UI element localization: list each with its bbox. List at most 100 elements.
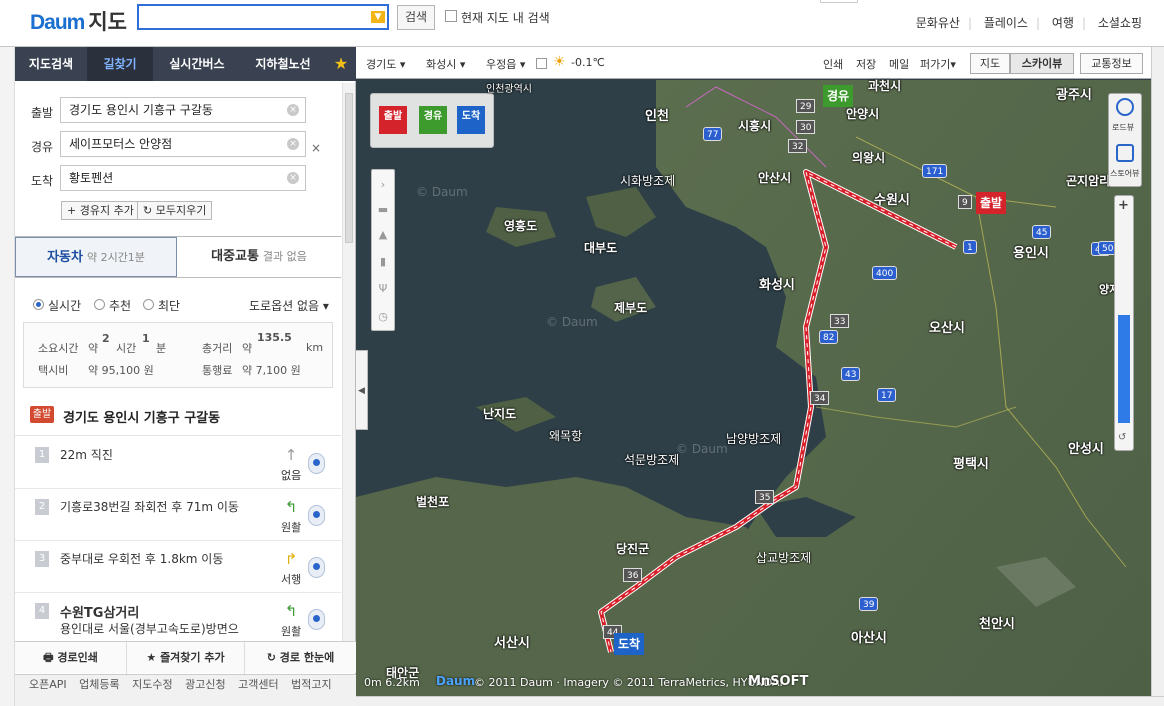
end-flag-icon[interactable]: 도착 (457, 106, 485, 134)
tab-realtime-bus[interactable]: 실시간버스 (153, 47, 241, 81)
add-favorite-button[interactable]: ★ 즐겨찾기 추가 (127, 642, 245, 674)
road-number: 29 (796, 99, 816, 113)
minutes-unit: 분 (156, 342, 167, 355)
map-area[interactable]: 경기도 ▾ 화성시 ▾ 우정읍 ▾ ☀ -0.1℃ 인쇄 저장 메일 퍼가기▾ … (356, 47, 1151, 696)
roadview-bubble-icon[interactable] (308, 609, 325, 630)
left-tabs: 지도검색 길찾기 실시간버스 지하철노선 ★ (15, 47, 356, 81)
route-step[interactable]: 1 22m 직진 ↑ 없음 (15, 437, 341, 489)
via-field[interactable]: 세이프모터스 안양점 × (60, 131, 306, 157)
via-flag-icon[interactable]: 경유 (419, 106, 447, 134)
search-button[interactable]: 검색 (397, 5, 435, 30)
local-search-checkbox[interactable] (445, 10, 457, 22)
link-social-shopping[interactable]: 소셜쇼핑 (1098, 16, 1142, 30)
route-step[interactable]: 2 기흥로38번길 좌회전 후 71m 이동 ↰ 원촬 (15, 489, 341, 541)
realtime-radio[interactable] (33, 299, 44, 310)
place-label: 벌천포 (416, 495, 450, 509)
fuel-icon[interactable]: ▮ (376, 255, 390, 269)
bus-icon[interactable]: ▬ (376, 203, 390, 217)
link-support[interactable]: 고객센터 (238, 678, 278, 691)
daum-map-logo: Daum (436, 674, 476, 688)
skyview-button[interactable]: 스카이뷰 (1010, 53, 1074, 74)
link-map-edit[interactable]: 지도수정 (132, 678, 172, 691)
tab-car[interactable]: 자동차 약 2시간1분 (15, 237, 177, 277)
region-dropdown-1[interactable]: 경기도 ▾ (366, 56, 405, 72)
link-legal[interactable]: 법적고지 (291, 678, 331, 691)
traffic-button[interactable]: 교통정보 (1080, 53, 1143, 74)
roadview-icon[interactable] (1116, 98, 1134, 116)
toll-value: 약 7,100 원 (242, 364, 301, 377)
map-footer: 0m 6.2km Daum © 2011 Daum · Imagery © 20… (356, 672, 1151, 696)
alert-icon[interactable]: ▲ (376, 228, 390, 242)
place-label: 천안시 (979, 617, 1015, 632)
region-dropdown-3[interactable]: 우정읍 ▾ (486, 56, 525, 72)
recommend-radio[interactable] (94, 299, 105, 310)
map-print-link[interactable]: 인쇄 (823, 56, 843, 72)
place-label: 용인시 (1013, 246, 1049, 261)
road-number: 1 (963, 240, 977, 254)
route-end-marker[interactable]: 도착 (614, 633, 645, 655)
map-save-link[interactable]: 저장 (856, 56, 876, 72)
tab-transit[interactable]: 대중교통 결과 없음 (177, 237, 341, 277)
clock-icon[interactable]: ◷ (376, 310, 390, 324)
tab-subway[interactable]: 지하철노선 (241, 47, 325, 81)
road-number: 400 (872, 266, 898, 280)
top-edge-tab (820, 0, 858, 3)
link-ad[interactable]: 광고신청 (185, 678, 225, 691)
clear-icon[interactable]: × (287, 104, 299, 116)
place-label: 영흥도 (504, 219, 538, 233)
link-business-register[interactable]: 업체등록 (79, 678, 119, 691)
route-step[interactable]: 4 수원TG삼거리 용인대로 서울(경부고속도로)방면으 ↰ 원촬 (15, 593, 341, 639)
place-label: 오산시 (929, 321, 965, 336)
favorites-star-icon[interactable]: ★ (326, 47, 356, 81)
route-summary: 소요시간 약 2 시간 1 분 총거리 약 135.5 km 택시비 약 95,… (23, 322, 333, 388)
remove-via-icon[interactable]: × (311, 141, 321, 155)
roadview-bubble-icon[interactable] (308, 453, 325, 474)
panel-collapse-handle[interactable]: ◀ (356, 350, 368, 430)
route-via-marker[interactable]: 경유 (823, 85, 854, 107)
roadview-bubble-icon[interactable] (308, 557, 325, 578)
storeview-label: 스토어뷰 (1110, 169, 1140, 178)
link-open-api[interactable]: 오픈API (29, 678, 67, 691)
map-share-link[interactable]: 퍼가기▾ (920, 56, 956, 72)
storeview-icon[interactable] (1116, 144, 1134, 162)
search-input[interactable]: ▼ (137, 4, 389, 30)
tab-directions[interactable]: 길찾기 (87, 47, 153, 81)
scroll-thumb[interactable] (345, 93, 353, 243)
start-field[interactable]: 경기도 용인시 기흥구 구갈동 × (60, 97, 306, 123)
place-label: 석문방조제 (624, 453, 680, 467)
clear-icon[interactable]: × (287, 172, 299, 184)
start-flag-icon[interactable]: 출발 (379, 106, 407, 134)
link-heritage[interactable]: 문화유산 (916, 16, 960, 30)
refresh-icon: ↻ (143, 204, 156, 217)
daum-logo[interactable]: Daum 지도 (30, 6, 127, 36)
roadview-bubble-icon[interactable] (308, 505, 325, 526)
road-option-dropdown[interactable]: 도로옵션 없음 ▾ (249, 297, 329, 314)
panel-scrollbar[interactable] (342, 83, 355, 653)
expand-icon[interactable]: › (376, 178, 390, 192)
map-view-button[interactable]: 지도 (970, 53, 1010, 74)
mnsoft-logo: MnSOFT (748, 674, 809, 689)
right-edge-scrollbar[interactable] (1151, 47, 1164, 696)
route-overview-button[interactable]: ↻ 경로 한눈에 (245, 642, 356, 674)
reset-icon[interactable]: ↺ (1118, 432, 1126, 443)
route-step[interactable]: 3 중부대로 우회전 후 1.8km 이동 ↱ 서행 (15, 541, 341, 593)
clear-icon[interactable]: × (287, 138, 299, 150)
map-mail-link[interactable]: 메일 (889, 56, 909, 72)
link-place[interactable]: 플레이스 (984, 16, 1028, 30)
map-title: 지도 (88, 11, 127, 34)
place-label: 왜목항 (549, 429, 583, 443)
reset-button[interactable]: ↻ 모두지우기 (137, 201, 213, 220)
end-field[interactable]: 황토펜션 × (60, 165, 306, 191)
shortest-radio[interactable] (143, 299, 154, 310)
restaurant-icon[interactable]: Ψ (376, 282, 390, 296)
step-direction: 원촬 (281, 625, 302, 638)
print-route-button[interactable]: 🖶 경로인쇄 (15, 642, 127, 674)
weather-checkbox[interactable] (536, 58, 547, 69)
zoom-in-icon[interactable]: + (1118, 198, 1129, 213)
route-start-marker[interactable]: 출발 (976, 192, 1007, 214)
dropdown-icon[interactable]: ▼ (371, 11, 385, 23)
tab-map-search[interactable]: 지도검색 (15, 47, 87, 81)
link-travel[interactable]: 여행 (1052, 16, 1074, 30)
region-dropdown-2[interactable]: 화성시 ▾ (426, 56, 465, 72)
add-via-button[interactable]: + 경유지 추가 (61, 201, 140, 220)
